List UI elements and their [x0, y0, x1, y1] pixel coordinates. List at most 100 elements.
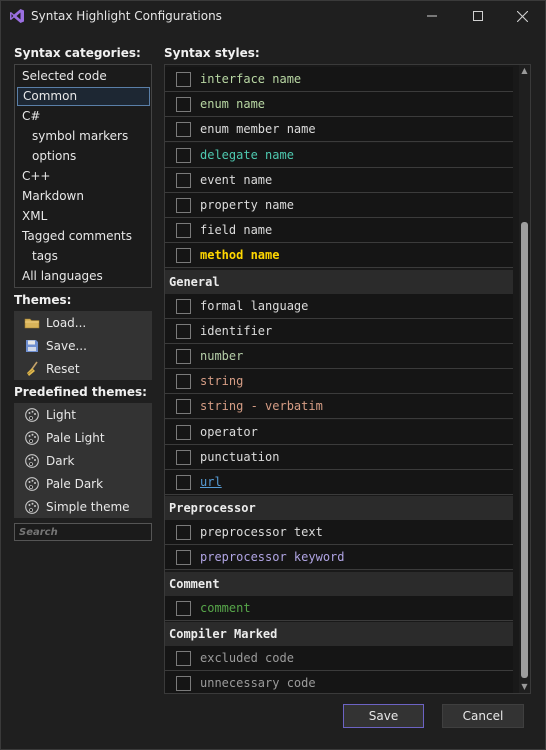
style-row[interactable]: excluded code	[165, 645, 513, 671]
style-group-header: Preprocessor	[165, 496, 513, 521]
style-row[interactable]: string - verbatim	[165, 394, 513, 420]
style-checkbox[interactable]	[176, 600, 191, 616]
style-row[interactable]: interface name	[165, 67, 513, 92]
style-label: field name	[200, 223, 273, 238]
category-item[interactable]: C#	[17, 107, 150, 126]
folder-icon	[24, 318, 40, 329]
style-row[interactable]: preprocessor keyword	[165, 545, 513, 571]
style-checkbox[interactable]	[176, 97, 191, 113]
close-icon	[516, 10, 528, 22]
style-row[interactable]: operator	[165, 419, 513, 445]
style-row[interactable]: enum member name	[165, 117, 513, 143]
predefined-theme-item[interactable]: Pale Light	[14, 427, 152, 449]
style-row[interactable]: enum name	[165, 92, 513, 118]
style-row[interactable]: method name	[165, 243, 513, 269]
style-checkbox[interactable]	[176, 349, 191, 364]
scroll-thumb[interactable]	[521, 222, 528, 678]
scroll-down-arrow-icon[interactable]: ▼	[519, 681, 530, 693]
predefined-theme-item[interactable]: Simple theme	[14, 496, 152, 518]
style-checkbox[interactable]	[176, 475, 191, 490]
style-label: url	[200, 475, 222, 489]
save-icon	[26, 340, 38, 352]
category-item[interactable]: symbol markers	[17, 127, 150, 146]
predefined-themes-panel: Light Pale Light Dark Pale Dark Simple theme	[14, 403, 152, 518]
predefined-theme-item[interactable]: Dark	[14, 450, 152, 472]
close-button[interactable]	[499, 1, 545, 31]
palette-icon	[25, 500, 39, 514]
style-row[interactable]: formal language	[165, 293, 513, 319]
maximize-icon	[473, 11, 483, 21]
broom-icon	[27, 361, 38, 376]
syntax-styles-label: Syntax styles:	[164, 46, 260, 60]
style-checkbox[interactable]	[176, 650, 191, 666]
style-row[interactable]: string	[165, 369, 513, 395]
style-row[interactable]: punctuation	[165, 444, 513, 470]
palette-icon	[25, 454, 39, 468]
themes-panel: Load... Save... Reset	[14, 311, 152, 380]
style-label: interface name	[200, 72, 302, 86]
style-checkbox[interactable]	[176, 550, 191, 566]
style-label: formal language	[200, 298, 309, 313]
style-row[interactable]: identifier	[165, 318, 513, 344]
style-checkbox[interactable]	[176, 323, 191, 339]
scroll-up-arrow-icon[interactable]: ▲	[519, 65, 530, 77]
minimize-button[interactable]	[409, 1, 455, 31]
predefined-theme-item-label: Pale Light	[46, 431, 105, 445]
theme-action-item-label: Save...	[46, 339, 87, 353]
style-checkbox[interactable]	[176, 399, 191, 415]
style-row[interactable]: comment	[165, 595, 513, 621]
style-label: identifier	[200, 323, 273, 338]
theme-action-item[interactable]: Load...	[14, 312, 152, 334]
style-checkbox[interactable]	[176, 198, 191, 213]
cancel-button[interactable]: Cancel	[442, 704, 524, 728]
style-checkbox[interactable]	[176, 676, 191, 691]
style-row[interactable]: url	[165, 470, 513, 495]
syntax-categories-list[interactable]: Selected code Common C# symbol markers optio…	[14, 64, 152, 288]
style-checkbox[interactable]	[176, 72, 191, 87]
predefined-theme-item[interactable]: Light	[14, 404, 152, 426]
style-checkbox[interactable]	[176, 172, 191, 188]
search-input[interactable]	[14, 523, 152, 541]
themes-label: Themes:	[14, 293, 72, 307]
category-item[interactable]: Common	[17, 87, 150, 106]
styles-scrollbar[interactable]: ▲ ▼	[519, 65, 530, 693]
category-item[interactable]: Markdown	[17, 187, 150, 206]
style-checkbox[interactable]	[176, 424, 191, 440]
style-row[interactable]: event name	[165, 167, 513, 193]
title-bar[interactable]: Syntax Highlight Configurations	[1, 1, 545, 31]
style-label: punctuation	[200, 449, 280, 464]
save-button[interactable]: Save	[343, 704, 424, 728]
style-row[interactable]: field name	[165, 218, 513, 244]
category-item[interactable]: All languages	[17, 267, 150, 286]
category-item[interactable]: tags	[17, 247, 150, 266]
style-checkbox[interactable]	[176, 147, 191, 163]
category-item[interactable]: options	[17, 147, 150, 166]
style-checkbox[interactable]	[176, 374, 191, 390]
style-row[interactable]: property name	[165, 193, 513, 218]
style-row[interactable]: preprocessor text	[165, 520, 513, 546]
style-checkbox[interactable]	[176, 298, 191, 314]
predefined-theme-item[interactable]: Pale Dark	[14, 473, 152, 495]
style-checkbox[interactable]	[176, 223, 191, 239]
style-group-header: General	[165, 269, 513, 294]
style-checkbox[interactable]	[176, 449, 191, 465]
category-item[interactable]: C++	[17, 167, 150, 186]
theme-action-item[interactable]: Save...	[14, 335, 152, 357]
style-checkbox[interactable]	[176, 525, 191, 541]
theme-action-item[interactable]: Reset	[14, 358, 152, 380]
style-checkbox[interactable]	[176, 248, 191, 264]
style-row[interactable]: delegate name	[165, 142, 513, 168]
style-row[interactable]: unnecessary code	[165, 671, 513, 693]
style-label: enum name	[200, 97, 266, 112]
maximize-button[interactable]	[455, 1, 501, 31]
style-label: unnecessary code	[200, 676, 316, 690]
category-item[interactable]: XML	[17, 207, 150, 226]
category-item[interactable]: Selected code	[17, 67, 150, 86]
style-checkbox[interactable]	[176, 122, 191, 138]
syntax-styles-list[interactable]: interface name enum name enum member name d…	[164, 64, 531, 694]
minimize-icon	[427, 15, 437, 17]
category-item[interactable]: Tagged comments	[17, 227, 150, 246]
style-row[interactable]: number	[165, 344, 513, 369]
style-label: preprocessor text	[200, 525, 323, 540]
dialog-window: Syntax Highlight Configurations Syntax c…	[0, 0, 546, 750]
